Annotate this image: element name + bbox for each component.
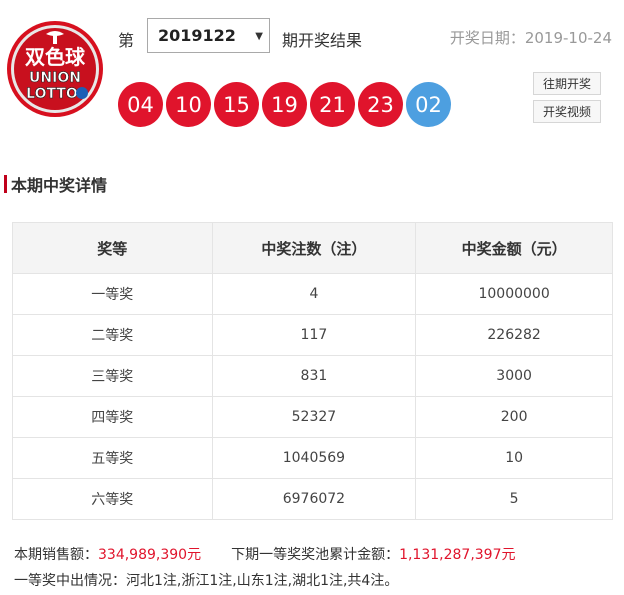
blue-ball: 02 (406, 82, 451, 127)
red-ball: 04 (118, 82, 163, 127)
logo-union-text: UNION (29, 70, 81, 86)
prize-level: 六等奖 (12, 478, 213, 520)
table-row: 四等奖 52327 200 (12, 396, 613, 438)
winning-numbers: 04 10 15 19 21 23 02 (118, 82, 454, 127)
section-heading: 本期中奖详情 (4, 174, 108, 195)
pool-value: 1,131,287,397元 (399, 547, 516, 563)
section-marker (4, 175, 7, 193)
prize-amount: 3000 (415, 355, 613, 397)
sales-value: 334,989,390元 (98, 547, 202, 563)
winner-count: 1040569 (211, 437, 417, 479)
winner-count: 4 (211, 273, 417, 315)
table-row: 五等奖 1040569 10 (12, 437, 613, 479)
red-ball: 21 (310, 82, 355, 127)
column-header-amount: 中奖金额（元） (415, 222, 613, 274)
prize-level: 二等奖 (12, 314, 213, 356)
column-header-level: 奖等 (12, 222, 213, 274)
issue-prefix-label: 第 (118, 31, 135, 50)
sales-label: 本期销售额： (14, 547, 98, 563)
prize-amount: 226282 (415, 314, 613, 356)
red-ball: 15 (214, 82, 259, 127)
issue-select[interactable]: 2019122 ▼ (147, 18, 270, 53)
red-ball: 23 (358, 82, 403, 127)
chevron-down-icon: ▼ (255, 31, 263, 42)
prize-amount: 200 (415, 396, 613, 438)
prize-level: 一等奖 (12, 273, 213, 315)
winner-count: 6976072 (211, 478, 417, 520)
first-prize-winners: 一等奖中出情况：河北1注,浙江1注,山东1注,湖北1注,共4注。 (14, 573, 399, 589)
prize-level: 五等奖 (12, 437, 213, 479)
table-row: 一等奖 4 10000000 (12, 273, 613, 315)
prize-level: 三等奖 (12, 355, 213, 397)
logo-lotto-text: LOTTO (26, 86, 78, 102)
table-row: 三等奖 831 3000 (12, 355, 613, 397)
pool-label: 下期一等奖奖池累计金额： (231, 547, 400, 563)
issue-selected-value: 2019122 (158, 26, 236, 45)
sales-summary: 本期销售额：334,989,390元 下期一等奖奖池累计金额：1,131,287,… (14, 544, 516, 564)
red-ball: 19 (262, 82, 307, 127)
red-ball: 10 (166, 82, 211, 127)
table-row: 二等奖 117 226282 (12, 314, 613, 356)
issue-suffix-label: 期开奖结果 (282, 31, 363, 50)
section-title: 本期中奖详情 (11, 176, 108, 195)
table-row: 六等奖 6976072 5 (12, 478, 613, 520)
winner-count: 117 (211, 314, 417, 356)
winner-count: 831 (211, 355, 417, 397)
column-header-count: 中奖注数（注） (211, 222, 417, 274)
prize-level: 四等奖 (12, 396, 213, 438)
winner-count: 52327 (211, 396, 417, 438)
union-lotto-logo: 双色球 UNION LOTTO (7, 21, 103, 117)
prize-amount: 5 (415, 478, 613, 520)
past-draws-button[interactable]: 往期开奖 (533, 72, 601, 95)
logo-title-text: 双色球 (25, 45, 86, 69)
draw-date: 开奖日期：2019-10-24 (449, 29, 612, 47)
prize-amount: 10000000 (415, 273, 613, 315)
draw-video-button[interactable]: 开奖视频 (533, 100, 601, 123)
table-header-row: 奖等 中奖注数（注） 中奖金额（元） (12, 222, 613, 274)
prize-table: 奖等 中奖注数（注） 中奖金额（元） 一等奖 4 10000000 二等奖 11… (12, 222, 613, 520)
prize-amount: 10 (415, 437, 613, 479)
